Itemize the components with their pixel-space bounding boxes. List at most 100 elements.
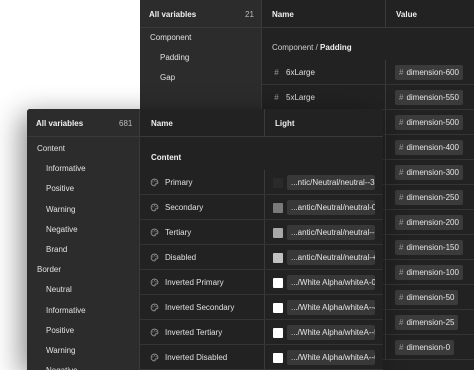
value-alias-text: dimension-600 [406,68,459,77]
value-alias-chip[interactable]: ...antic/Neutral/neutral-+2 [287,250,375,265]
column-divider [385,285,386,309]
table-row[interactable]: Inverted Primary .../White Alpha/whiteA-0 [140,270,383,295]
table-row[interactable]: Inverted Disabled .../White Alpha/whiteA-… [140,345,383,370]
sidebar-item[interactable]: Informative [46,306,86,315]
number-variable-icon: # [399,68,404,77]
back-sidebar-item-padding[interactable]: Padding [160,53,189,62]
column-divider [385,260,386,284]
value-alias-text: dimension-550 [406,93,459,102]
variable-name: Disabled [165,253,197,262]
variable-name: 5xLarge [286,93,315,102]
color-swatch[interactable] [273,353,283,363]
value-alias-chip[interactable]: # dimension-0 [395,340,455,355]
table-row[interactable]: Primary ...ntic/Neutral/neutral--3 [140,170,383,195]
sidebar-item[interactable]: Content [37,144,65,153]
color-swatch[interactable] [273,278,283,288]
value-alias-chip[interactable]: .../White Alpha/whiteA--4 [287,300,375,315]
value-alias-chip[interactable]: ...antic/Neutral/neutral--+1 [287,225,375,240]
back-sidebar-item-component[interactable]: Component [150,33,191,42]
table-row[interactable]: Inverted Secondary .../White Alpha/whiteA… [140,295,383,320]
back-group-prefix: Component / [272,43,321,52]
value-alias-chip[interactable]: # dimension-150 [395,240,463,255]
color-variable-icon [150,303,159,312]
value-alias-chip[interactable]: .../White Alpha/whiteA--5 [287,325,375,340]
value-alias-chip[interactable]: # dimension-400 [395,140,463,155]
color-swatch[interactable] [273,253,283,263]
color-swatch[interactable] [273,203,283,213]
variable-name: Primary [165,178,193,187]
color-swatch[interactable] [273,328,283,338]
variable-name: Inverted Tertiary [165,328,223,337]
value-alias-text: dimension-150 [406,243,459,252]
number-variable-icon: # [399,318,404,327]
value-alias-chip[interactable]: # dimension-250 [395,190,463,205]
front-all-variables-row[interactable]: All variables 681 [27,109,139,137]
column-divider [264,295,265,319]
sidebar-item[interactable]: Positive [46,184,74,193]
value-alias-chip[interactable]: ...ntic/Neutral/neutral--3 [287,175,375,190]
column-divider [264,245,265,269]
variable-name: Inverted Primary [165,278,224,287]
value-alias-chip[interactable]: .../White Alpha/whiteA-0 [287,275,375,290]
back-sidebar-item-gap[interactable]: Gap [160,73,175,82]
variable-name: Secondary [165,203,204,212]
value-alias-chip[interactable]: # dimension-200 [395,215,463,230]
value-alias-chip[interactable]: # dimension-550 [395,90,463,105]
sidebar-item[interactable]: Warning [46,346,76,355]
value-alias-text: dimension-200 [406,218,459,227]
value-alias-text: dimension-400 [406,143,459,152]
value-alias-chip[interactable]: ...antic/Neutral/neutral-0 [287,200,375,215]
number-variable-icon: # [399,143,404,152]
color-variable-icon [150,278,159,287]
back-all-variables-label: All variables [149,10,197,19]
value-alias-chip[interactable]: .../White Alpha/whiteA--6 [287,350,375,365]
table-row[interactable]: Secondary ...antic/Neutral/neutral-0 [140,195,383,220]
table-row[interactable]: Disabled ...antic/Neutral/neutral-+2 [140,245,383,270]
table-row[interactable]: #5xLarge # dimension-550 [262,85,474,110]
color-swatch[interactable] [273,178,283,188]
number-variable-icon: # [274,93,279,102]
number-variable-icon: # [399,293,404,302]
back-col-value: Value [396,10,417,19]
column-divider [385,85,386,109]
column-divider [264,270,265,294]
value-alias-chip[interactable]: # dimension-300 [395,165,463,180]
sidebar-item[interactable]: Positive [46,326,74,335]
sidebar-item[interactable]: Neutral [46,285,72,294]
table-row[interactable]: #6xLarge # dimension-600 [262,60,474,85]
value-alias-chip[interactable]: # dimension-50 [395,290,459,305]
color-variable-icon [150,353,159,362]
table-row[interactable]: Inverted Tertiary .../White Alpha/whiteA-… [140,320,383,345]
front-col-divider [264,109,265,137]
sidebar-item[interactable]: Warning [46,205,76,214]
value-alias-text: dimension-25 [406,318,455,327]
table-row[interactable]: Tertiary ...antic/Neutral/neutral--+1 [140,220,383,245]
back-all-variables-row[interactable]: All variables 21 [140,0,261,28]
number-variable-icon: # [399,118,404,127]
color-variable-icon [150,253,159,262]
sidebar-item[interactable]: Border [37,265,61,274]
value-alias-chip[interactable]: # dimension-100 [395,265,463,280]
number-variable-icon: # [399,343,404,352]
value-alias-chip[interactable]: # dimension-600 [395,65,463,80]
column-divider [264,170,265,194]
sidebar-item[interactable]: Informative [46,164,86,173]
value-alias-chip[interactable]: # dimension-500 [395,115,463,130]
color-swatch[interactable] [273,228,283,238]
color-variable-icon [150,203,159,212]
column-divider [385,185,386,209]
variable-name: Tertiary [165,228,192,237]
back-group-name: Padding [320,43,352,52]
number-variable-icon: # [399,243,404,252]
column-divider [264,220,265,244]
back-group-title: Component / Padding [272,43,352,52]
sidebar-item[interactable]: Negative [46,366,78,370]
color-variable-icon [150,178,159,187]
sidebar-item[interactable]: Brand [46,245,67,254]
color-swatch[interactable] [273,303,283,313]
variable-name: 6xLarge [286,68,315,77]
variables-panel-colors: All variables 681 Content Informative Posi… [27,109,383,370]
number-variable-icon: # [274,68,279,77]
value-alias-chip[interactable]: # dimension-25 [395,315,459,330]
sidebar-item[interactable]: Negative [46,225,78,234]
